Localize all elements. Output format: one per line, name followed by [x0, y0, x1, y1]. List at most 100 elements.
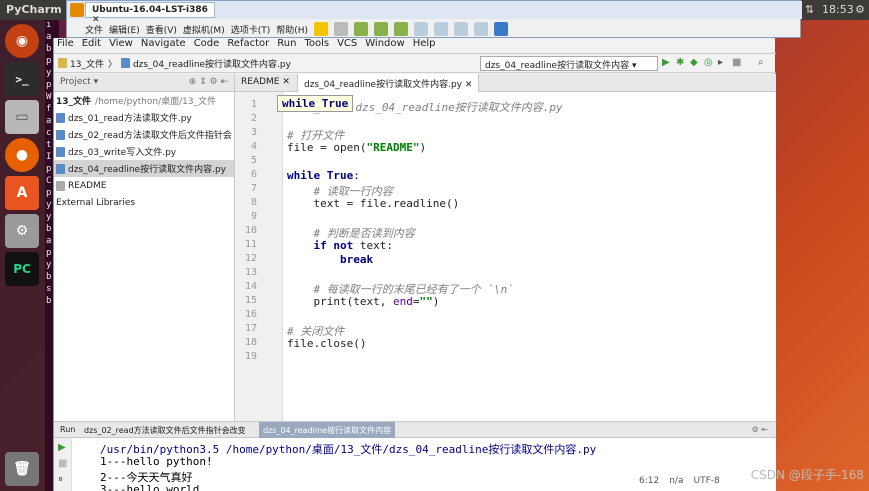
menu-edit[interactable]: Edit [82, 38, 101, 52]
pycharm-window: File Edit View Navigate Code Refactor Ru… [53, 38, 776, 491]
network-icon[interactable]: ⇅ [805, 3, 814, 16]
navigation-bar: 13_文件 〉 dzs_04_readline按行读取文件内容.py dzs_0… [54, 53, 776, 73]
vm-home-icon[interactable] [70, 3, 84, 17]
code-line: if not text: [313, 239, 394, 252]
run-icon[interactable]: ▶ [662, 57, 672, 69]
line-separator[interactable]: n/a [669, 476, 683, 490]
line-number: 11 [244, 239, 257, 250]
manage-snapshots-icon[interactable] [394, 22, 409, 36]
run-tab-previous[interactable]: dzs_02_read方法读取文件后文件指针会改变 [80, 422, 250, 438]
terminal-icon[interactable]: >_ [5, 62, 39, 96]
code-editor[interactable]: # 13_文件/ dzs_04_readline按行读取文件内容.py # 打开文… [283, 92, 776, 421]
vm-tab[interactable]: Ubuntu-16.04-LST-i386 ✕ [85, 2, 215, 25]
software-center-icon[interactable]: A [5, 176, 39, 210]
code-line: # 读取一行内容 [287, 185, 393, 198]
send-keys-icon[interactable] [334, 22, 349, 36]
line-number-gutter: 1 2 3 4 5 6 7 8 9 10 11 12 13 14 15 16 17 18 19 [235, 92, 283, 421]
debug-icon[interactable]: ✱ [676, 57, 686, 69]
ubuntu-dash-icon[interactable]: ◉ [5, 24, 39, 58]
csdn-watermark: CSDN @段子手-168 [750, 468, 864, 482]
external-libraries[interactable]: External Libraries [54, 194, 234, 211]
search-icon[interactable]: ⌕ [758, 57, 768, 69]
snapshot-icon[interactable] [354, 22, 369, 36]
stop-run-icon[interactable]: ■ [58, 458, 67, 469]
run-config-select[interactable]: dzs_04_readline按行读取文件内容 ▾ [480, 56, 658, 71]
pause-icon[interactable] [314, 22, 329, 36]
tab-readme[interactable]: README ✕ [235, 74, 296, 92]
tree-file[interactable]: dzs_01_read方法读取文件.py [54, 109, 234, 126]
panel-settings-icon[interactable]: ⊕ ⇕ ⚙ ⇤ [189, 77, 228, 87]
line-number: 10 [244, 225, 257, 236]
python-file-icon [56, 129, 65, 140]
console-icon[interactable] [434, 22, 449, 36]
stretch-icon[interactable] [494, 22, 509, 36]
pycharm-icon[interactable]: PC [5, 252, 39, 286]
tab-active-file[interactable]: dzs_04_readline按行读取文件内容.py ✕ [297, 74, 480, 92]
menu-window[interactable]: Window [365, 38, 404, 52]
system-settings-icon[interactable]: ⚙ [5, 214, 39, 248]
code-line: text = file.readline() [287, 197, 460, 210]
line-number: 19 [244, 351, 257, 362]
vm-menu-vm[interactable]: 虚拟机(M) [183, 23, 225, 36]
time-display[interactable]: 18:53 [822, 3, 854, 16]
active-app-name: PyCharm [6, 3, 62, 16]
menu-run[interactable]: Run [277, 38, 296, 52]
menu-tools[interactable]: Tools [304, 38, 329, 52]
vm-menu-help[interactable]: 帮助(H) [276, 23, 308, 36]
line-number: 14 [244, 281, 257, 292]
revert-icon[interactable] [374, 22, 389, 36]
code-line: break [339, 253, 374, 266]
code-line: # 每读取一行的末尾已经有了一个 `\n` [287, 283, 514, 296]
menu-navigate[interactable]: Navigate [141, 38, 186, 52]
stop-icon[interactable]: ■ [732, 57, 742, 69]
profile-icon[interactable]: ◎ [704, 57, 714, 69]
files-icon[interactable]: ▭ [5, 100, 39, 134]
menu-view[interactable]: View [109, 38, 133, 52]
python-file-icon [56, 146, 65, 157]
menu-file[interactable]: File [57, 38, 74, 52]
concurrency-icon[interactable]: ▸ [718, 57, 728, 69]
vm-menu-file[interactable]: 文件 [85, 23, 103, 36]
vm-menu-edit[interactable]: 编辑(E) [109, 23, 140, 36]
run-settings-icon[interactable]: ⚙ ⇤ [748, 422, 772, 438]
tree-file-selected[interactable]: dzs_04_readline按行读取文件内容.py [54, 160, 234, 177]
line-number: 6 [250, 169, 257, 180]
line-number: 4 [250, 141, 257, 152]
line-number: 5 [250, 155, 257, 166]
menu-code[interactable]: Code [194, 38, 220, 52]
settings-gear-icon[interactable]: ⚙ [855, 3, 865, 16]
unity-icon[interactable] [474, 22, 489, 36]
cursor-position[interactable]: 6:12 [639, 476, 659, 490]
file-encoding[interactable]: UTF-8 [693, 476, 719, 490]
vm-title-bar: Ubuntu-16.04-LST-i386 ✕ [67, 1, 802, 25]
trash-icon[interactable]: 🗑 [5, 452, 39, 486]
code-line: # 判断是否读到内容 [287, 227, 415, 240]
breadcrumb-folder[interactable]: 13_文件 [70, 57, 104, 70]
menu-vcs[interactable]: VCS [337, 38, 357, 52]
vm-menu: 文件 编辑(E) 查看(V) 虚拟机(M) 选项卡(T) 帮助(H) [85, 20, 509, 38]
vm-menu-view[interactable]: 查看(V) [146, 23, 177, 36]
menu-refactor[interactable]: Refactor [227, 38, 269, 52]
fullscreen-icon[interactable] [454, 22, 469, 36]
tree-file[interactable]: dzs_02_read方法读取文件后文件指针会 [54, 126, 234, 143]
output-line: 2---今天天气真好 [100, 471, 193, 484]
pause-output-icon[interactable]: ⏸ [58, 474, 63, 485]
tree-root[interactable]: 13_文件 /home/python/桌面/13_文件 [54, 92, 234, 109]
tree-file[interactable]: dzs_03_write写入文件.py [54, 143, 234, 160]
line-number: 15 [244, 295, 257, 306]
run-tabs: Run dzs_02_read方法读取文件后文件指针会改变 dzs_04_rea… [54, 422, 776, 438]
menu-help[interactable]: Help [413, 38, 436, 52]
line-number: 2 [250, 113, 257, 124]
firefox-icon[interactable]: ● [5, 138, 39, 172]
project-header-label[interactable]: Project [60, 77, 91, 87]
tree-file[interactable]: README [54, 177, 234, 194]
run-tab-active[interactable]: dzs_04_readline按行读取文件内容 [259, 422, 396, 438]
view-icon[interactable] [414, 22, 429, 36]
line-number: 3 [250, 127, 257, 138]
rerun-icon[interactable]: ▶ [58, 442, 66, 453]
breadcrumb-file[interactable]: dzs_04_readline按行读取文件内容.py [133, 57, 291, 70]
line-number: 17 [244, 323, 257, 334]
vm-menu-tabs[interactable]: 选项卡(T) [231, 23, 271, 36]
coverage-icon[interactable]: ◆ [690, 57, 700, 69]
sticky-scope-hint: while True [277, 95, 354, 112]
